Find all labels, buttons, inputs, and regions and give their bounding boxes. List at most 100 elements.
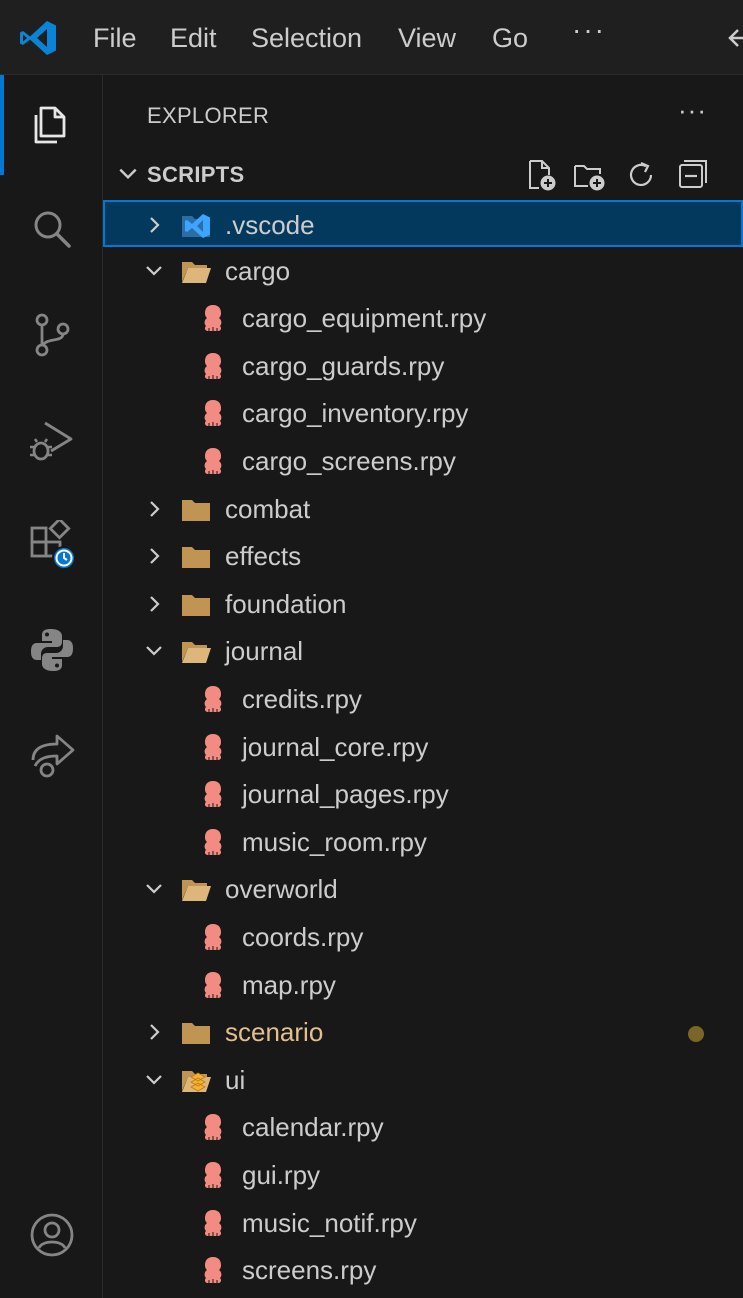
tree-file-row[interactable]: map.rpy <box>103 962 743 1009</box>
file-label: cargo_equipment.rpy <box>242 303 487 334</box>
tree-folder-row[interactable]: effects <box>103 533 743 580</box>
folder-icon <box>182 547 210 569</box>
activity-accounts[interactable] <box>0 1185 103 1285</box>
python-icon <box>30 629 73 671</box>
chevron-down-icon <box>146 646 162 656</box>
activity-source-control[interactable] <box>0 285 103 385</box>
tree-file-row[interactable]: coords.rpy <box>103 914 743 961</box>
collapse-all-icon[interactable] <box>675 158 709 192</box>
menu-edit[interactable]: Edit <box>170 20 217 56</box>
tree-folder-row[interactable]: ui <box>103 1057 743 1104</box>
renpy-file-icon <box>204 1114 222 1141</box>
tree-file-row[interactable]: journal_core.rpy <box>103 724 743 771</box>
section-header-scripts[interactable]: SCRIPTS <box>103 152 743 198</box>
menu-more-button[interactable]: ··· <box>572 14 606 46</box>
remote-share-icon <box>31 734 74 778</box>
chevron-down-icon <box>146 265 162 276</box>
file-label: cargo_screens.rpy <box>242 446 456 476</box>
tree-file-row[interactable]: cargo_screens.rpy <box>103 438 743 485</box>
folder-icon <box>182 1023 210 1045</box>
file-label: cargo_guards.rpy <box>242 350 445 381</box>
file-label: music_notif.rpy <box>242 1207 417 1238</box>
chevron-right-icon <box>150 1024 160 1040</box>
folder-label: journal <box>225 636 304 667</box>
back-arrow-icon[interactable] <box>726 18 743 58</box>
activity-remote-explorer[interactable] <box>0 705 103 805</box>
renpy-file-icon <box>204 924 222 950</box>
run-debug-icon <box>29 421 72 461</box>
tree-folder-row[interactable]: scenario <box>103 1009 743 1056</box>
tree-file-row[interactable]: cargo_equipment.rpy <box>103 295 743 342</box>
renpy-file-icon <box>204 971 222 998</box>
tree-folder-row[interactable]: overworld <box>103 866 743 913</box>
renpy-file-icon <box>204 733 222 760</box>
tree-file-row[interactable]: cargo_guards.rpy <box>103 343 743 390</box>
renpy-file-icon <box>204 828 222 855</box>
explorer-title: EXPLORER <box>147 103 270 128</box>
activity-extensions[interactable] <box>0 495 103 595</box>
renpy-file-icon <box>204 352 222 379</box>
tree-folder-row[interactable]: foundation <box>103 581 743 628</box>
chevron-down-icon <box>146 1075 162 1085</box>
chevron-down-icon <box>119 168 137 180</box>
tree-file-row[interactable]: cargo_inventory.rpy <box>103 390 743 437</box>
new-folder-icon[interactable] <box>572 158 606 192</box>
folder-label: combat <box>225 493 311 524</box>
account-icon <box>30 1213 73 1257</box>
tree-file-row[interactable]: music_room.rpy <box>103 819 743 866</box>
folder-open-icon <box>182 642 211 664</box>
tree-file-row[interactable]: calendar.rpy <box>103 1104 743 1151</box>
vscode-folder-icon <box>182 214 210 238</box>
activity-run-debug[interactable] <box>0 390 103 490</box>
menu-go[interactable]: Go <box>492 20 528 56</box>
explorer-sidebar: EXPLORER ··· SCRIPTS .vscode cargo cargo_e… <box>103 75 743 1298</box>
vscode-logo-icon[interactable] <box>18 18 58 58</box>
tree-file-row[interactable]: gui.rpy <box>103 1152 743 1199</box>
folder-label: ui <box>225 1064 246 1095</box>
file-label: coords.rpy <box>242 922 364 952</box>
menu-view[interactable]: View <box>398 20 456 56</box>
folder-icon <box>182 594 210 616</box>
file-label: calendar.rpy <box>242 1112 384 1143</box>
ui-folder-open-icon <box>182 1070 211 1092</box>
activity-python[interactable] <box>0 600 103 700</box>
extensions-history-icon <box>30 520 76 570</box>
activity-search[interactable] <box>0 180 103 280</box>
folder-label: effects <box>225 541 302 572</box>
tree-folder-row[interactable]: journal <box>103 628 743 675</box>
renpy-file-icon <box>204 686 222 712</box>
files-icon <box>34 106 65 144</box>
tree-file-row[interactable]: credits.rpy <box>103 676 743 723</box>
renpy-file-icon <box>204 448 222 474</box>
folder-icon <box>182 499 210 521</box>
file-label: journal_core.rpy <box>242 731 429 762</box>
menu-selection[interactable]: Selection <box>251 20 362 56</box>
file-label: music_room.rpy <box>242 826 427 857</box>
chevron-right-icon <box>150 217 160 233</box>
folder-label: cargo <box>225 255 291 286</box>
activity-explorer[interactable] <box>0 75 103 175</box>
tree-file-row[interactable]: journal_pages.rpy <box>103 771 743 818</box>
refresh-icon[interactable] <box>624 158 658 192</box>
search-icon <box>34 211 71 248</box>
folder-open-icon <box>182 880 211 902</box>
tree-folder-row[interactable]: .vscode <box>103 200 743 247</box>
folder-label: .vscode <box>225 210 315 240</box>
new-file-icon[interactable] <box>524 158 558 192</box>
file-label: screens.rpy <box>242 1255 377 1286</box>
folder-open-icon <box>182 261 211 283</box>
tree-folder-row[interactable]: combat <box>103 486 743 533</box>
file-label: gui.rpy <box>242 1160 321 1190</box>
tree-file-row[interactable]: screens.rpy <box>103 1247 743 1294</box>
file-label: map.rpy <box>242 969 336 1000</box>
renpy-file-icon <box>204 1209 222 1236</box>
renpy-file-icon <box>204 781 222 808</box>
chevron-down-icon <box>146 884 162 894</box>
chevron-right-icon <box>150 596 160 612</box>
tree-file-row[interactable]: music_notif.rpy <box>103 1200 743 1247</box>
renpy-file-icon <box>204 1162 222 1188</box>
renpy-file-icon <box>204 305 222 332</box>
explorer-more-button[interactable]: ··· <box>678 95 707 126</box>
menu-file[interactable]: File <box>93 20 137 56</box>
tree-folder-row[interactable]: cargo <box>103 248 743 295</box>
